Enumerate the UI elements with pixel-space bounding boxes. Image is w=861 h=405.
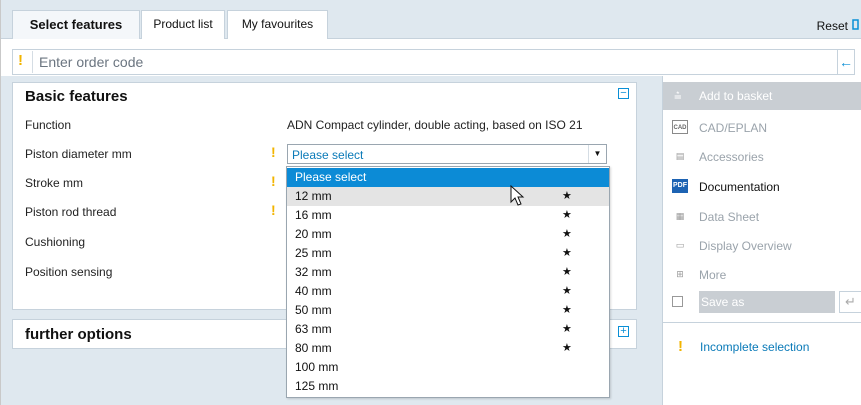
- required-icon: !: [271, 144, 276, 160]
- basic-features-title: Basic features: [25, 88, 128, 105]
- save-enter-icon[interactable]: ↵: [839, 291, 861, 313]
- dropdown-option[interactable]: 80 mm ★: [287, 339, 609, 358]
- accessories-label: Accessories: [699, 150, 764, 164]
- reset-icon[interactable]: [851, 17, 860, 31]
- documentation-action[interactable]: PDF Documentation: [663, 175, 861, 199]
- feature-label-piston-rod-thread: Piston rod thread: [25, 205, 117, 219]
- required-icon: !: [271, 173, 276, 189]
- add-to-basket-button[interactable]: ⩮ Add to basket: [663, 82, 861, 110]
- accessories-action[interactable]: ▤ Accessories: [663, 145, 861, 169]
- star-icon: ★: [562, 266, 572, 278]
- dropdown-option[interactable]: 125 mm: [287, 377, 609, 396]
- feature-label-stroke: Stroke mm: [25, 176, 84, 190]
- data-sheet-action[interactable]: ▦ Data Sheet: [663, 205, 861, 229]
- star-icon: ★: [562, 190, 572, 202]
- tab-product-list[interactable]: Product list: [141, 10, 225, 39]
- star-icon: ★: [562, 285, 572, 297]
- dropdown-option[interactable]: 40 mm ★: [287, 282, 609, 301]
- save-icon: [672, 296, 683, 307]
- order-code-submit-arrow-icon[interactable]: ←: [837, 49, 855, 75]
- configurator-window: Select features Product list My favourit…: [0, 0, 861, 405]
- tab-my-favourites[interactable]: My favourites: [227, 10, 328, 39]
- expand-icon[interactable]: +: [618, 326, 629, 337]
- feature-label-function: Function: [25, 118, 72, 132]
- star-icon: ★: [562, 228, 572, 240]
- dropdown-option[interactable]: 32 mm ★: [287, 263, 609, 282]
- cad-eplan-action[interactable]: CAD CAD/EPLAN: [663, 116, 861, 140]
- feature-value-function: ADN Compact cylinder, double acting, bas…: [287, 118, 583, 132]
- basket-icon: ⩮: [674, 88, 682, 103]
- display-overview-label: Display Overview: [699, 239, 792, 253]
- save-as-input[interactable]: Save as: [699, 291, 835, 313]
- cad-eplan-label: CAD/EPLAN: [699, 121, 768, 135]
- tab-bar: Select features Product list My favourit…: [1, 0, 861, 39]
- cad-icon: CAD: [672, 120, 688, 134]
- order-code-warning-icon: !: [18, 52, 23, 69]
- more-action[interactable]: ⊞ More: [663, 263, 861, 287]
- dropdown-option[interactable]: 50 mm ★: [287, 301, 609, 320]
- reset-link[interactable]: Reset: [817, 19, 848, 33]
- further-options-title: further options: [25, 326, 132, 343]
- table-icon: ▦: [675, 211, 685, 221]
- mouse-cursor-icon: [510, 185, 525, 206]
- monitor-icon: ▭: [675, 240, 685, 250]
- more-label: More: [699, 268, 727, 282]
- star-icon: ★: [562, 304, 572, 316]
- divider: [663, 322, 861, 323]
- star-icon: ★: [562, 323, 572, 335]
- documentation-label: Documentation: [699, 180, 780, 194]
- plus-box-icon: ⊞: [676, 269, 684, 279]
- warning-icon: !: [678, 338, 683, 355]
- piston-diameter-dropdown: Please select 12 mm ★ 16 mm ★ 20 mm ★ 25 mm…: [286, 166, 610, 398]
- feature-label-cushioning: Cushioning: [25, 235, 86, 249]
- incomplete-selection-label[interactable]: Incomplete selection: [700, 340, 809, 354]
- tab-select-features[interactable]: Select features: [12, 10, 140, 39]
- piston-diameter-select[interactable]: Please select ▼: [287, 144, 607, 164]
- accessories-icon: ▤: [675, 151, 685, 161]
- data-sheet-label: Data Sheet: [699, 210, 760, 224]
- chevron-down-icon[interactable]: ▼: [588, 145, 606, 163]
- star-icon: ★: [562, 209, 572, 221]
- collapse-icon[interactable]: −: [618, 88, 629, 99]
- add-to-basket-label: Add to basket: [699, 89, 773, 103]
- star-icon: ★: [562, 342, 572, 354]
- piston-diameter-select-value: Please select: [292, 148, 364, 162]
- dropdown-option[interactable]: 20 mm ★: [287, 225, 609, 244]
- dropdown-option[interactable]: 25 mm ★: [287, 244, 609, 263]
- dropdown-option[interactable]: 16 mm ★: [287, 206, 609, 225]
- dropdown-option[interactable]: 63 mm ★: [287, 320, 609, 339]
- required-icon: !: [271, 202, 276, 218]
- feature-label-piston-diameter: Piston diameter mm: [25, 147, 132, 161]
- dropdown-option[interactable]: 12 mm ★: [287, 187, 609, 206]
- order-code-input[interactable]: [32, 51, 822, 73]
- dropdown-option[interactable]: Please select: [287, 168, 609, 187]
- star-icon: ★: [562, 247, 572, 259]
- pdf-icon: PDF: [672, 179, 688, 193]
- feature-label-position-sensing: Position sensing: [25, 265, 113, 279]
- display-overview-action[interactable]: ▭ Display Overview: [663, 234, 861, 258]
- dropdown-option[interactable]: 100 mm: [287, 358, 609, 377]
- order-code-bar: ! ←: [12, 49, 855, 75]
